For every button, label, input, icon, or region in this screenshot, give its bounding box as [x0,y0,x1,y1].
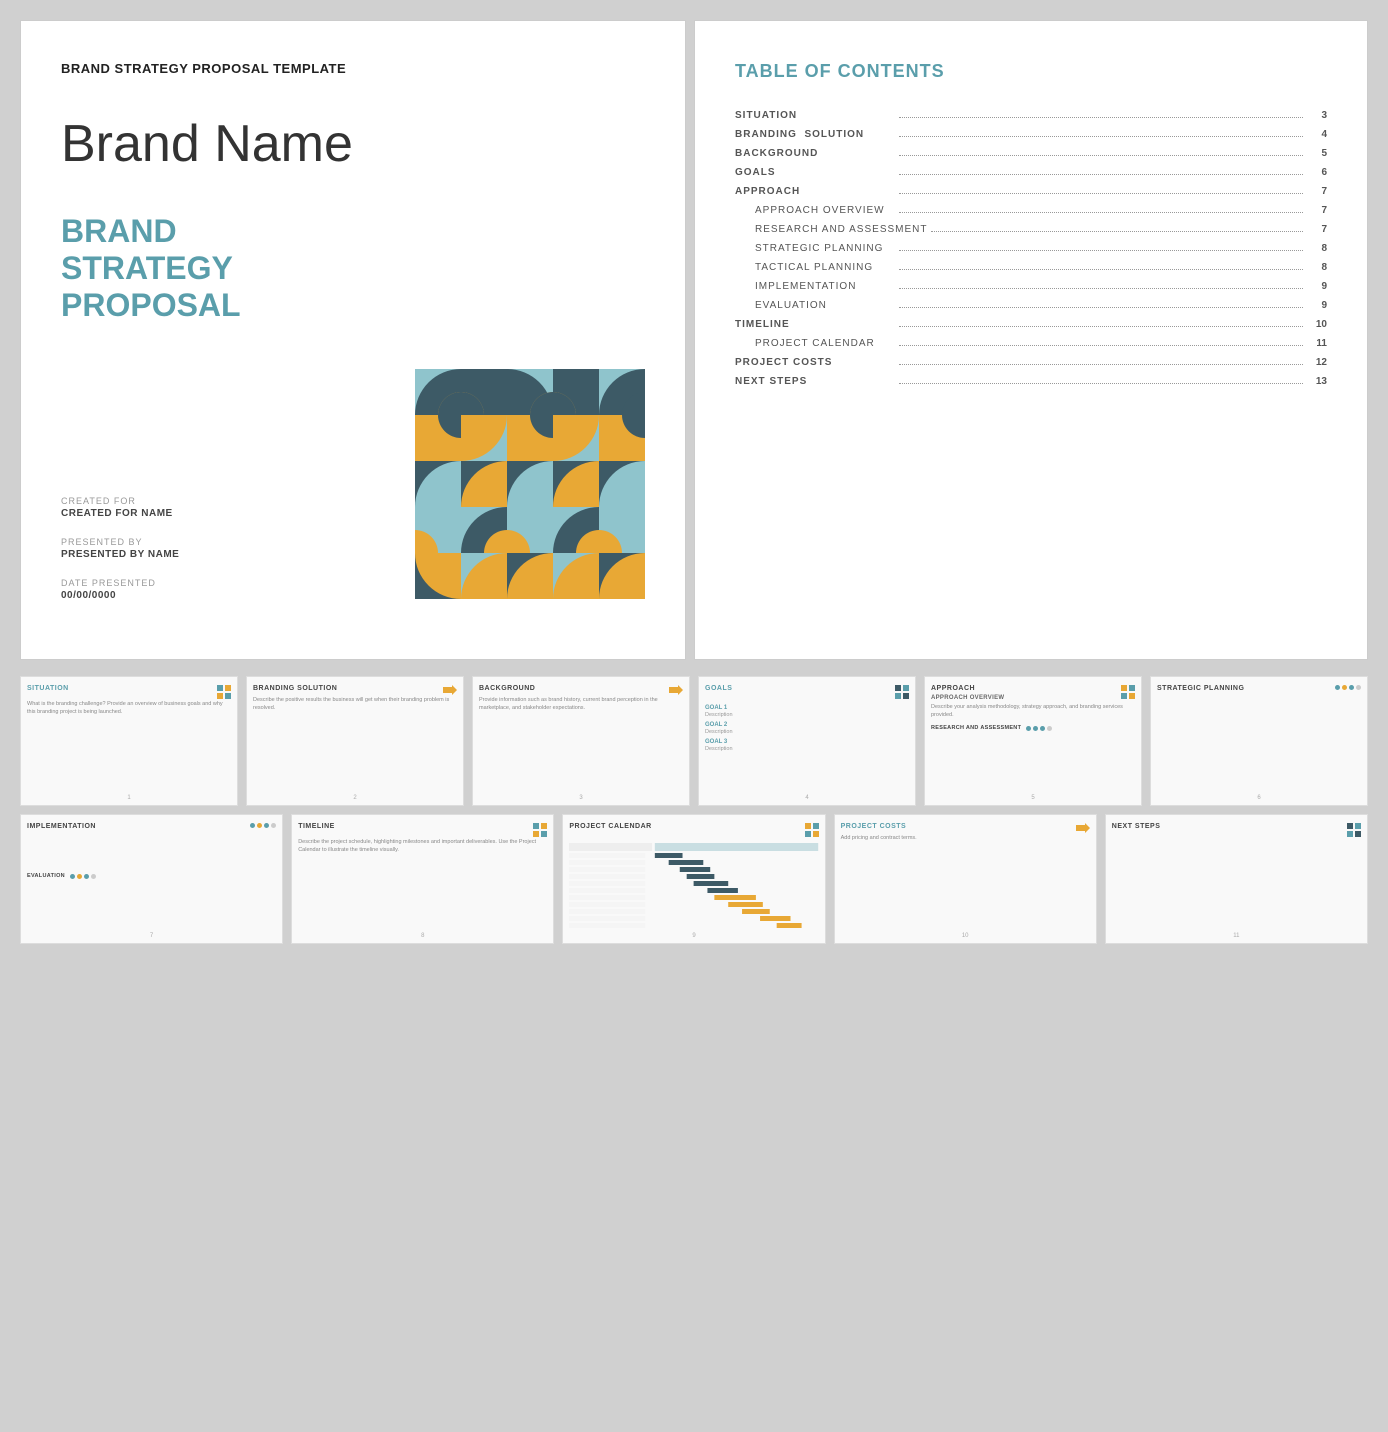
toc-item-approach-overview: APPROACH OVERVIEW 7 [735,205,1327,216]
goals-icon [895,685,909,701]
date-label: DATE PRESENTED [61,578,179,588]
timeline-icon [533,823,547,839]
thumbnails-row2: IMPLEMENTATION EVALUATION 7 [20,814,1368,944]
toc-item-research: RESEARCH AND ASSESSMENT 7 [735,224,1327,235]
toc-item-tactical-planning: TACTICAL PLANNING 8 [735,262,1327,273]
approach-icon [1121,685,1135,701]
brand-strategy-title: BRAND STRATEGY PROPOSAL [61,213,645,323]
toc-item-implementation: IMPLEMENTATION 9 [735,281,1327,292]
toc-items: SITUATION 3 BRANDING SOLUTION 4 BACKGROU… [735,110,1327,387]
toc-item-project-costs: PROJECT COSTS 12 [735,357,1327,368]
implementation-dots [250,823,276,828]
toc-item-situation: SITUATION 3 [735,110,1327,121]
toc-item-next-steps: NEXT STEPS 13 [735,376,1327,387]
toc-item-goals: GOALS 6 [735,167,1327,178]
project-costs-icon [1076,823,1090,835]
thumbnails-row1: SITUATION What is the branding challenge… [20,676,1368,806]
thumb-next-steps: NEXT STEPS 11 [1105,814,1368,944]
toc-item-strategic-planning: STRATEGIC PLANNING 8 [735,243,1327,254]
cover-header: BRAND STRATEGY PROPOSAL TEMPLATE [61,61,645,76]
presented-by-value: PRESENTED BY NAME [61,549,179,560]
thumb-goals: GOALS GOAL 1 Description GOAL 2 Descript… [698,676,916,806]
toc-title: TABLE OF CONTENTS [735,61,1327,82]
next-steps-icon [1347,823,1361,839]
geo-pattern [415,369,645,599]
thumb-branding-solution: BRANDING SOLUTION Describe the positive … [246,676,464,806]
thumb-approach: APPROACH APPROACH OVERVIEW Describe your… [924,676,1142,806]
toc-item-background: BACKGROUND 5 [735,148,1327,159]
created-for-value: CREATED FOR NAME [61,508,179,519]
cover-slide: BRAND STRATEGY PROPOSAL TEMPLATE Brand N… [20,20,686,660]
background-icon [669,685,683,697]
toc-item-timeline: TIMELINE 10 [735,319,1327,330]
gantt-mini [569,843,818,935]
branding-solution-icon [443,685,457,697]
thumb-strategic-planning: STRATEGIC PLANNING 6 [1150,676,1368,806]
toc-item-branding-solution: BRANDING SOLUTION 4 [735,129,1327,140]
date-value: 00/00/0000 [61,590,179,601]
toc-slide: TABLE OF CONTENTS SITUATION 3 BRANDING S… [694,20,1368,660]
thumb-situation: SITUATION What is the branding challenge… [20,676,238,806]
created-for-label: CREATED FOR [61,496,179,506]
toc-item-approach: APPROACH 7 [735,186,1327,197]
cover-meta: CREATED FOR CREATED FOR NAME PRESENTED B… [61,496,179,619]
strategic-planning-dots [1335,685,1361,690]
toc-item-evaluation: EVALUATION 9 [735,300,1327,311]
toc-item-project-calendar: PROJECT CALENDAR 11 [735,338,1327,349]
brand-name: Brand Name [61,116,645,173]
thumb-background: BACKGROUND Provide information such as b… [472,676,690,806]
presented-by-label: PRESENTED BY [61,537,179,547]
thumb-project-costs: PROJECT COSTS Add pricing and contract t… [834,814,1097,944]
thumb-timeline: TIMELINE Describe the project schedule, … [291,814,554,944]
goals-list: GOAL 1 Description GOAL 2 Description GO… [705,705,909,752]
thumb-project-calendar: PROJECT CALENDAR [562,814,825,944]
situation-icon [217,685,231,701]
thumb-implementation: IMPLEMENTATION EVALUATION 7 [20,814,283,944]
project-calendar-icon [805,823,819,839]
